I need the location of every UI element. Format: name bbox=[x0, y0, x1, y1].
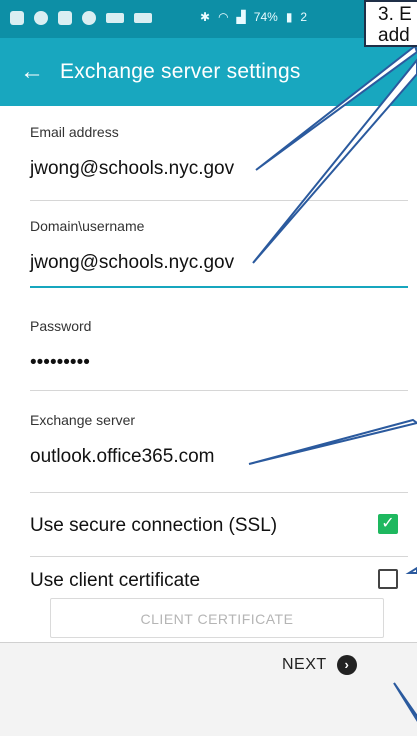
password-label: Password bbox=[30, 318, 92, 334]
bottom-bar: NEXT › bbox=[0, 642, 417, 736]
ssl-checkbox[interactable]: ✓ bbox=[378, 514, 398, 534]
app-icon bbox=[34, 11, 48, 25]
client-cert-checkbox[interactable] bbox=[378, 569, 398, 589]
sim-icon bbox=[134, 13, 152, 23]
callout-pointer-ssl bbox=[405, 566, 417, 574]
domain-username-label: Domain\username bbox=[30, 218, 145, 234]
domain-username-value[interactable]: jwong@schools.nyc.gov bbox=[30, 252, 408, 274]
client-certificate-button[interactable]: CLIENT CERTIFICATE bbox=[50, 598, 384, 638]
domain-username-field[interactable]: Domain\username jwong@schools.nyc.gov bbox=[30, 218, 408, 274]
signal-icon: ▟ bbox=[236, 10, 246, 24]
domain-username-underline bbox=[30, 286, 408, 288]
callout-box: 3. E add bbox=[364, 0, 417, 47]
callout-text-line-1: 3. E bbox=[378, 4, 412, 25]
client-cert-label: Use client certificate bbox=[30, 570, 201, 591]
password-value[interactable]: ••••••••• bbox=[30, 352, 408, 374]
email-value[interactable]: jwong@schools.nyc.gov bbox=[30, 158, 408, 180]
next-label: NEXT bbox=[282, 656, 327, 673]
status-bar: ✱ ◠ ▟ 74% ▮ 2 bbox=[0, 0, 417, 38]
status-system-icons: ✱ ◠ ▟ 74% ▮ 2 bbox=[200, 10, 307, 24]
ssl-label: Use secure connection (SSL) bbox=[30, 515, 278, 536]
android-screen: ✱ ◠ ▟ 74% ▮ 2 ← Exchange server settings… bbox=[0, 0, 417, 736]
exchange-server-field[interactable]: Exchange server outlook.office365.com bbox=[30, 412, 408, 468]
email-divider bbox=[30, 200, 408, 201]
back-arrow-icon[interactable]: ← bbox=[14, 54, 50, 90]
status-notification-icons bbox=[10, 11, 152, 25]
exchange-server-divider bbox=[30, 492, 408, 493]
ssl-divider bbox=[30, 556, 408, 557]
battery-percent: 74% bbox=[253, 10, 278, 24]
clock: 2 bbox=[300, 10, 308, 24]
app-bar: ← Exchange server settings bbox=[0, 38, 417, 106]
password-field[interactable]: Password ••••••••• bbox=[30, 318, 408, 374]
alarm-icon bbox=[82, 11, 96, 25]
page-title: Exchange server settings bbox=[60, 60, 301, 83]
exchange-server-label: Exchange server bbox=[30, 412, 136, 428]
email-label: Email address bbox=[30, 124, 119, 140]
next-button[interactable]: NEXT › bbox=[282, 643, 357, 687]
client-cert-row[interactable]: Use client certificate bbox=[30, 561, 408, 601]
bluetooth-icon: ✱ bbox=[200, 10, 211, 24]
callout-text-line-2: add bbox=[378, 25, 410, 46]
battery-icon: ▮ bbox=[285, 10, 293, 24]
password-divider bbox=[30, 390, 408, 391]
message-icon bbox=[10, 11, 24, 25]
keyboard-icon bbox=[106, 13, 124, 23]
chevron-right-icon: › bbox=[336, 655, 357, 675]
exchange-server-value[interactable]: outlook.office365.com bbox=[30, 446, 408, 468]
email-field[interactable]: Email address jwong@schools.nyc.gov bbox=[30, 124, 408, 180]
wifi-icon: ◠ bbox=[218, 10, 229, 24]
ssl-row[interactable]: Use secure connection (SSL) ✓ bbox=[30, 506, 408, 546]
phone-icon bbox=[58, 11, 72, 25]
